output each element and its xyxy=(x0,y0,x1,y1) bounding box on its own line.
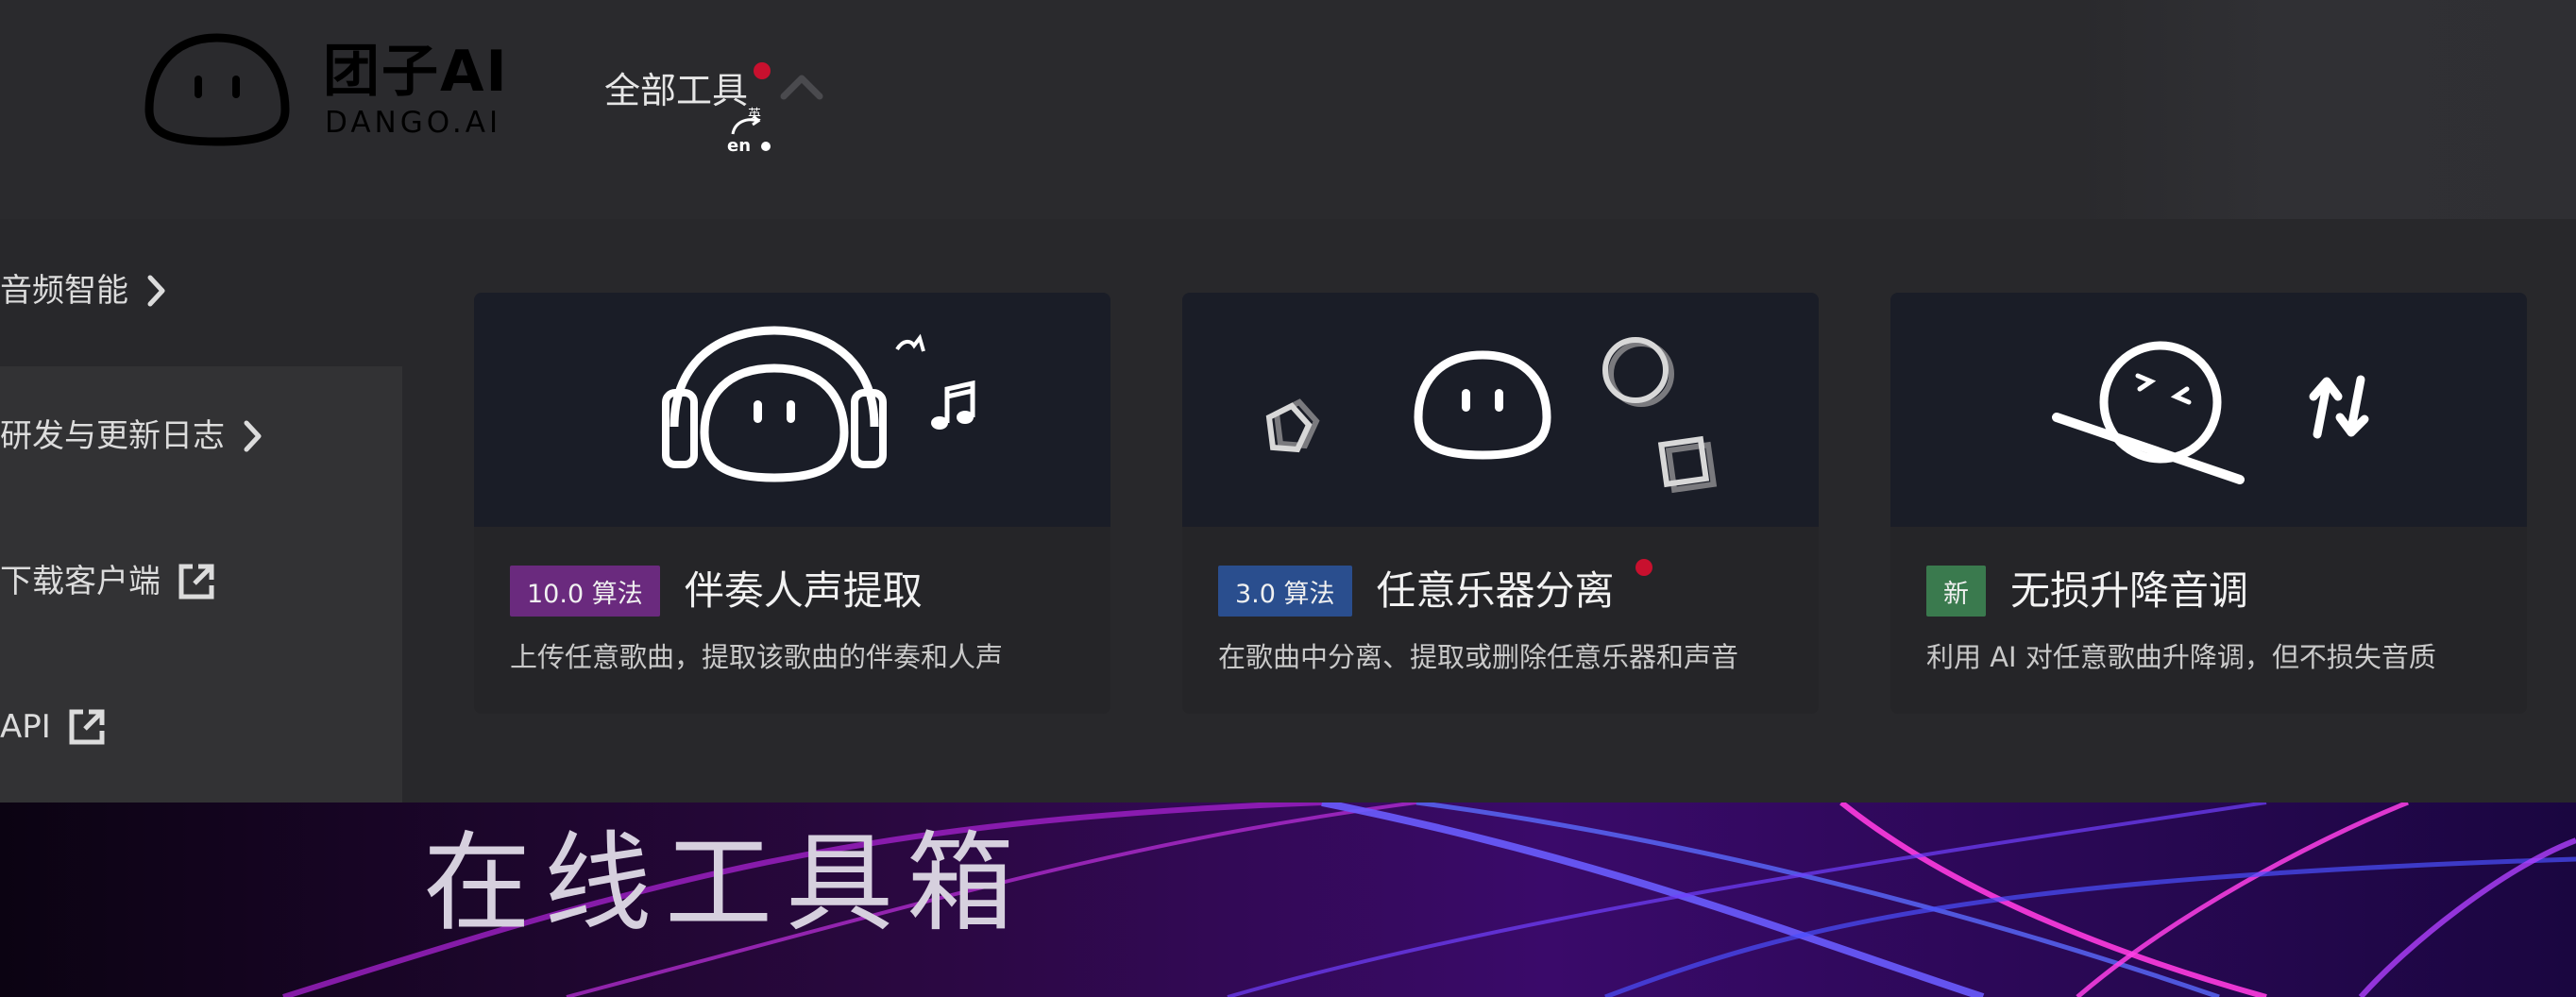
card-illustration xyxy=(1182,293,1819,527)
chevron-right-icon xyxy=(145,273,168,309)
sidebar-panel: 研发与更新日志 下载客户端 API xyxy=(0,366,402,803)
dango-logo-icon xyxy=(144,33,290,146)
sidebar-item-label: 研发与更新日志 xyxy=(0,417,225,455)
card-description: 利用 AI 对任意歌曲升降调，但不损失音质 xyxy=(1926,641,2436,673)
notification-dot xyxy=(754,62,771,79)
external-link-icon xyxy=(178,563,215,600)
brand-name: 团子AI xyxy=(323,39,509,105)
brand-subtitle: DANGO.AI xyxy=(325,106,502,140)
tool-card-pitch-shift[interactable]: 新 无损升降音调 利用 AI 对任意歌曲升降调，但不损失音质 xyxy=(1890,293,2527,714)
top-header: 团子AI DANGO.AI 全部工具 英 en xyxy=(0,0,2576,219)
algorithm-badge: 3.0 算法 xyxy=(1218,566,1352,617)
language-switch[interactable]: 英 en xyxy=(725,106,778,162)
pitch-mascot-icon xyxy=(2052,341,2369,484)
sidebar-item-download-client[interactable]: 下载客户端 xyxy=(0,553,215,610)
notification-dot xyxy=(1635,559,1652,576)
card-description: 在歌曲中分离、提取或删除任意乐器和声音 xyxy=(1218,641,1739,673)
external-link-icon xyxy=(68,708,106,746)
lang-to-label: 英 xyxy=(748,107,761,123)
tool-card-instrument-separation[interactable]: 3.0 算法 任意乐器分离 在歌曲中分离、提取或删除任意乐器和声音 xyxy=(1182,293,1819,714)
hero-banner: 在线工具箱 xyxy=(0,803,2576,997)
banner-title: 在线工具箱 xyxy=(423,820,1028,946)
header-fade xyxy=(2077,0,2576,219)
card-illustration xyxy=(474,293,1110,527)
sidebar-top: 音频智能 xyxy=(0,219,402,366)
lang-from-label: en xyxy=(727,136,751,156)
brand-logo[interactable]: 团子AI DANGO.AI xyxy=(144,32,507,147)
sidebar-item-changelog[interactable]: 研发与更新日志 xyxy=(0,408,264,465)
card-header: 新 无损升降音调 xyxy=(1926,565,2248,617)
sidebar-item-label: 下载客户端 xyxy=(0,563,161,600)
card-title: 伴奏人声提取 xyxy=(684,567,923,614)
sidebar-item-audio-intelligence[interactable]: 音频智能 xyxy=(0,262,168,319)
new-badge: 新 xyxy=(1926,566,1986,617)
shapes-mascot-icon xyxy=(1265,337,1718,494)
card-title: 任意乐器分离 xyxy=(1376,567,1615,614)
card-header: 3.0 算法 任意乐器分离 xyxy=(1218,565,1615,617)
chevron-up-icon[interactable] xyxy=(780,72,823,100)
card-header: 10.0 算法 伴奏人声提取 xyxy=(510,565,923,617)
translate-icon: 英 en xyxy=(727,107,771,156)
algorithm-badge: 10.0 算法 xyxy=(510,566,660,617)
card-illustration xyxy=(1890,293,2527,527)
card-description: 上传任意歌曲，提取该歌曲的伴奏和人声 xyxy=(510,641,1004,673)
sidebar-item-label: 音频智能 xyxy=(0,272,128,310)
sidebar-item-label: API xyxy=(0,708,51,746)
banner-background xyxy=(0,803,2576,997)
headphones-mascot-icon xyxy=(662,326,975,482)
sidebar-item-api[interactable]: API xyxy=(0,699,106,755)
chevron-right-icon xyxy=(242,418,264,454)
card-title: 无损升降音调 xyxy=(2010,567,2249,614)
tool-card-vocal-extraction[interactable]: 10.0 算法 伴奏人声提取 上传任意歌曲，提取该歌曲的伴奏和人声 xyxy=(474,293,1110,714)
